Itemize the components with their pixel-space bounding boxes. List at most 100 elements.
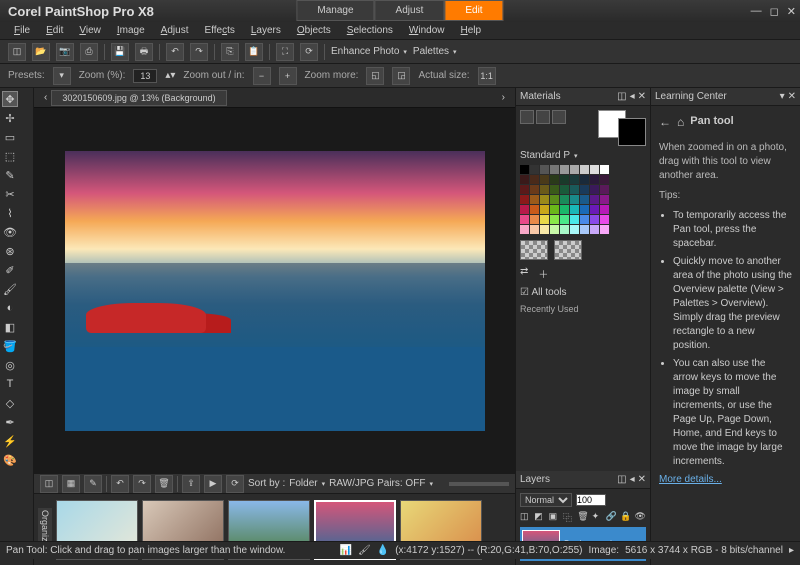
pan-tool-icon[interactable]: ✥ — [2, 91, 18, 107]
print-icon[interactable]: 🖶 — [135, 43, 153, 61]
all-tools-check[interactable]: ☑ — [520, 287, 529, 298]
color-swatch[interactable] — [590, 205, 599, 214]
new-icon[interactable]: ◫ — [8, 43, 26, 61]
actual-size-icon[interactable]: 1:1 — [478, 67, 496, 85]
color-swatch[interactable] — [580, 225, 589, 234]
oil-brush-icon[interactable]: 🎨 — [2, 452, 18, 468]
color-swatch[interactable] — [560, 175, 569, 184]
color-swatch[interactable] — [540, 195, 549, 204]
color-swatch[interactable] — [580, 195, 589, 204]
color-swatch[interactable] — [560, 205, 569, 214]
dup-layer-icon[interactable]: ⿻ — [563, 511, 574, 523]
org-rotr-icon[interactable]: ↷ — [133, 475, 151, 493]
color-swatch[interactable] — [600, 165, 609, 174]
camera-icon[interactable]: 📷 — [56, 43, 74, 61]
color-swatch[interactable] — [520, 175, 529, 184]
open-icon[interactable]: 📂 — [32, 43, 50, 61]
palette-preset-dropdown[interactable]: Standard P — [520, 150, 646, 161]
minimize-icon[interactable]: — — [751, 5, 762, 18]
zoom-out-icon[interactable]: − — [253, 67, 271, 85]
color-swatch[interactable] — [600, 195, 609, 204]
color-swatch[interactable] — [570, 225, 579, 234]
color-swatch[interactable] — [600, 215, 609, 224]
color-swatch[interactable] — [600, 185, 609, 194]
scan-icon[interactable]: ⎙ — [80, 43, 98, 61]
vis-layer-icon[interactable]: 👁 — [635, 511, 646, 523]
crop-tool-icon[interactable]: ✂ — [2, 186, 18, 202]
color-swatch[interactable] — [580, 185, 589, 194]
palettes-dropdown[interactable]: Palettes — [413, 46, 457, 57]
color-swatch[interactable] — [540, 215, 549, 224]
warp-tool-icon[interactable]: ⌇ — [2, 205, 18, 221]
color-swatch[interactable] — [550, 205, 559, 214]
pattern-swatch-1[interactable] — [520, 240, 548, 260]
dropper-tool-icon[interactable]: ✎ — [2, 167, 18, 183]
paste-icon[interactable]: 📋 — [245, 43, 263, 61]
enhance-dropdown[interactable]: Enhance Photo — [331, 46, 407, 57]
lock-layer-icon[interactable]: 🔒 — [620, 511, 631, 523]
drop-icon[interactable]: 💧 — [377, 545, 389, 556]
panel-close-icon[interactable]: ✕ — [638, 91, 646, 102]
color-swatch[interactable] — [530, 225, 539, 234]
tab-manage[interactable]: Manage — [296, 0, 374, 21]
color-swatch[interactable] — [540, 225, 549, 234]
color-swatch[interactable] — [540, 165, 549, 174]
pattern-swatch-2[interactable] — [554, 240, 582, 260]
mat-mode-1[interactable] — [520, 110, 534, 124]
picture-tube-icon[interactable]: ◎ — [2, 357, 18, 373]
undo-icon[interactable]: ↶ — [166, 43, 184, 61]
color-swatch[interactable] — [600, 205, 609, 214]
color-swatch[interactable] — [570, 165, 579, 174]
zoom-fit-icon[interactable]: ◱ — [366, 67, 384, 85]
scratch-tool-icon[interactable]: ✐ — [2, 262, 18, 278]
color-swatch[interactable] — [550, 165, 559, 174]
color-swatch[interactable] — [550, 185, 559, 194]
color-swatch[interactable] — [560, 225, 569, 234]
redo-icon[interactable]: ↷ — [190, 43, 208, 61]
color-swatch[interactable] — [570, 195, 579, 204]
color-swatch[interactable] — [600, 175, 609, 184]
move-tool-icon[interactable]: ✢ — [2, 110, 18, 126]
zoom-spinner[interactable]: ▴▾ — [165, 70, 175, 81]
brush-icon[interactable]: 🖌 — [358, 545, 371, 556]
color-swatch[interactable] — [580, 205, 589, 214]
clone-tool-icon[interactable]: ⊛ — [2, 243, 18, 259]
menu-selections[interactable]: Selections — [341, 23, 399, 38]
org-btn-3[interactable]: ✎ — [84, 475, 102, 493]
sort-dropdown[interactable]: Folder — [289, 478, 325, 489]
tab-edit[interactable]: Edit — [444, 0, 503, 21]
link-layer-icon[interactable]: 🔗 — [606, 511, 617, 523]
blend-mode-select[interactable]: Normal — [520, 493, 572, 507]
paint-tool-icon[interactable]: 🖌 — [2, 281, 18, 297]
menu-layers[interactable]: Layers — [245, 23, 287, 38]
tab-adjust[interactable]: Adjust — [375, 0, 445, 21]
resize-icon[interactable]: ⛶ — [276, 43, 294, 61]
zoom-window-icon[interactable]: ◲ — [392, 67, 410, 85]
lc-more-link[interactable]: More details... — [659, 474, 722, 485]
panel-close-icon[interactable]: ✕ — [638, 474, 646, 485]
pick-tool-icon[interactable]: ▭ — [2, 129, 18, 145]
panel-pin-icon[interactable]: ◂ — [630, 474, 635, 485]
zoom-input[interactable] — [133, 69, 157, 83]
lc-back-icon[interactable]: ← — [659, 114, 671, 135]
background-swatch[interactable] — [618, 118, 646, 146]
panel-pin-icon[interactable]: ◂ — [630, 91, 635, 102]
new-group-icon[interactable]: ▣ — [549, 511, 560, 523]
new-layer-icon[interactable]: ◫ — [520, 511, 531, 523]
menu-view[interactable]: View — [73, 23, 107, 38]
hist-icon[interactable]: 📊 — [340, 545, 352, 556]
shape-tool-icon[interactable]: ◇ — [2, 395, 18, 411]
color-swatch[interactable] — [560, 195, 569, 204]
color-swatch[interactable] — [520, 205, 529, 214]
redeye-tool-icon[interactable]: 👁 — [2, 224, 18, 240]
color-swatch[interactable] — [540, 185, 549, 194]
color-swatch[interactable] — [540, 205, 549, 214]
color-swatch[interactable] — [550, 225, 559, 234]
pen-tool-icon[interactable]: ✒ — [2, 414, 18, 430]
lc-home-icon[interactable]: ⌂ — [677, 114, 684, 135]
color-swatch[interactable] — [530, 215, 539, 224]
menu-file[interactable]: File — [8, 23, 36, 38]
fx-layer-icon[interactable]: ✦ — [592, 511, 603, 523]
prev-doc-icon[interactable]: ‹ — [40, 92, 51, 103]
canvas[interactable] — [34, 108, 515, 473]
